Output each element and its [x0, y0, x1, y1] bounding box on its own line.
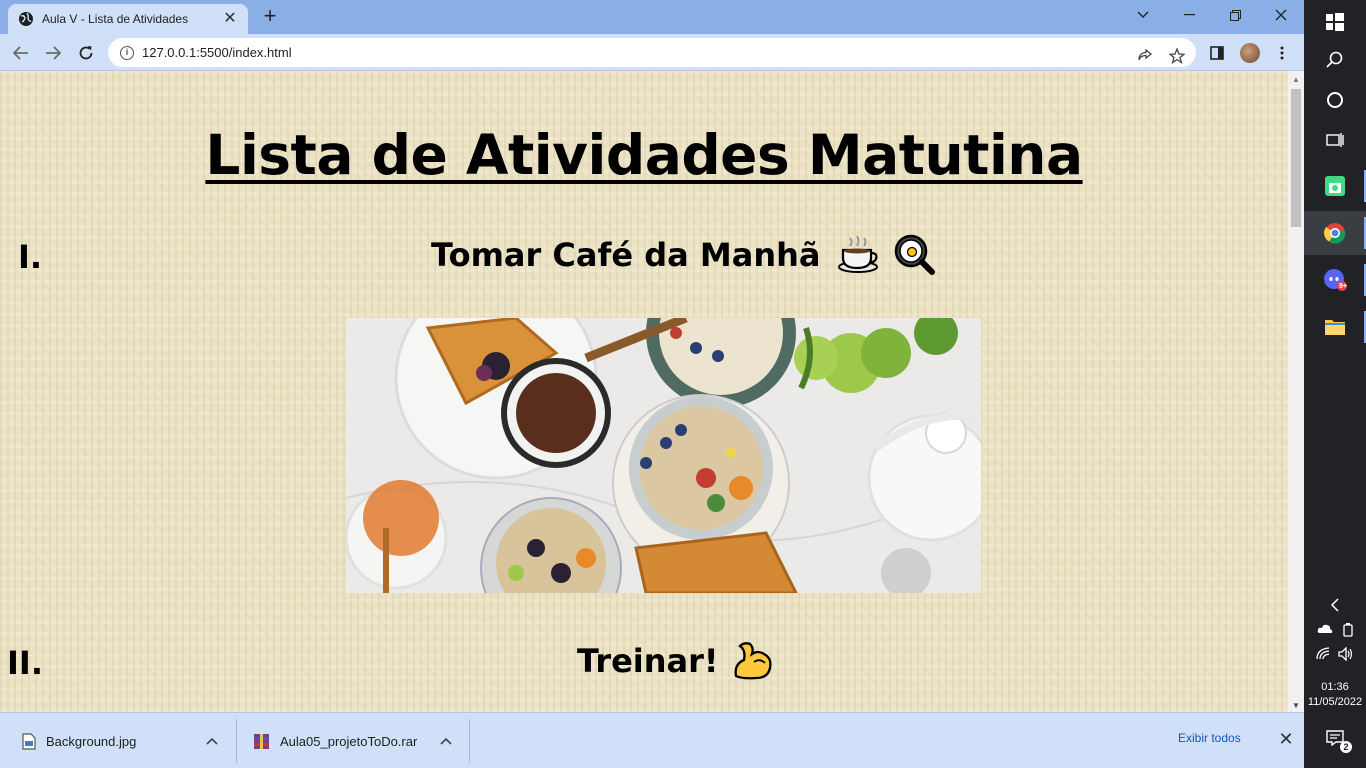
file-explorer-icon[interactable]	[1304, 305, 1366, 349]
forward-arrow-icon[interactable]	[40, 40, 66, 66]
tab-strip: Aula V - Lista de Atividades ✕ +	[0, 0, 1304, 34]
share-icon[interactable]	[1134, 45, 1156, 67]
scrollbar-thumb[interactable]	[1291, 89, 1301, 227]
scroll-down-arrow-icon[interactable]: ▼	[1292, 701, 1300, 710]
system-clock[interactable]: 01:36 11/05/2022	[1304, 680, 1366, 710]
side-panel-icon[interactable]	[1204, 40, 1230, 66]
tab-search-chevron-icon[interactable]	[1120, 0, 1166, 30]
cortana-circle-icon[interactable]	[1304, 78, 1366, 122]
reload-icon[interactable]	[73, 40, 99, 66]
page-title: Lista de Atividades Matutina	[205, 123, 1083, 187]
bookmark-star-icon[interactable]	[1166, 45, 1188, 67]
restore-button[interactable]	[1212, 0, 1258, 30]
download-filename: Background.jpg	[46, 733, 137, 749]
breakfast-image	[346, 318, 981, 593]
discord-badge: 9+	[1339, 283, 1347, 290]
chevron-up-icon[interactable]	[436, 731, 456, 751]
globe-icon	[19, 12, 33, 26]
browser-window: Aula V - Lista de Atividades ✕ + i 127.0…	[0, 0, 1304, 768]
android-app-icon[interactable]	[1304, 164, 1366, 208]
scroll-up-arrow-icon[interactable]: ▲	[1292, 75, 1300, 84]
flexed-biceps-emoji-icon	[734, 642, 772, 680]
active-tab[interactable]: Aula V - Lista de Atividades ✕	[8, 4, 248, 34]
task-view-icon[interactable]	[1304, 118, 1366, 162]
minimize-button[interactable]	[1166, 0, 1212, 30]
chevron-up-icon[interactable]	[202, 731, 222, 751]
download-filename: Aula05_projetoToDo.rar	[280, 733, 418, 749]
breakfast-photo	[346, 318, 981, 593]
item-1-numeral: I.	[18, 238, 43, 276]
back-arrow-icon[interactable]	[8, 40, 34, 66]
show-all-downloads-link[interactable]: Exibir todos	[1178, 731, 1241, 745]
tab-title: Aula V - Lista de Atividades	[42, 12, 189, 26]
tray-row-1	[1304, 623, 1366, 637]
avatar	[1240, 43, 1260, 63]
item-2-title: Treinar!	[577, 642, 719, 680]
discord-icon[interactable]: 9+	[1304, 258, 1366, 302]
clock-time: 01:36	[1321, 681, 1349, 693]
action-center-icon[interactable]	[1304, 730, 1366, 749]
site-info-icon[interactable]: i	[120, 45, 134, 60]
volume-icon[interactable]	[1338, 647, 1354, 661]
rar-archive-icon	[254, 733, 269, 749]
download-separator	[236, 719, 237, 763]
address-bar[interactable]: i 127.0.0.1:5500/index.html	[108, 38, 1196, 67]
page-viewport: Lista de Atividades Matutina I. Tomar Ca…	[0, 71, 1288, 712]
hot-coffee-emoji-icon	[837, 235, 878, 273]
file-image-icon	[22, 732, 36, 750]
item-2-numeral: II.	[7, 644, 43, 682]
wifi-icon[interactable]	[1316, 647, 1331, 660]
tab-close-icon[interactable]: ✕	[222, 11, 238, 27]
item-1-title: Tomar Café da Manhã	[431, 236, 821, 274]
new-tab-button[interactable]: +	[258, 5, 282, 29]
chrome-taskbar-icon[interactable]	[1304, 211, 1366, 255]
item-2-heading: Treinar!	[577, 642, 774, 680]
browser-toolbar: i 127.0.0.1:5500/index.html	[0, 34, 1304, 71]
clock-date: 11/05/2022	[1307, 696, 1363, 708]
show-hidden-icons-chevron-icon[interactable]	[1304, 598, 1366, 615]
onedrive-cloud-icon[interactable]	[1317, 623, 1333, 634]
search-icon[interactable]	[1304, 38, 1366, 82]
vertical-scrollbar[interactable]: ▲ ▼	[1288, 71, 1304, 712]
url-text: 127.0.0.1:5500/index.html	[142, 45, 292, 60]
download-separator	[469, 719, 470, 763]
download-item-background[interactable]: Background.jpg	[22, 719, 136, 763]
item-1-heading: Tomar Café da Manhã	[431, 234, 935, 275]
download-shelf: Background.jpg Aula05_projetoToDo.rar Ex…	[0, 712, 1304, 768]
profile-avatar[interactable]	[1237, 40, 1263, 66]
download-item-rar[interactable]: Aula05_projetoToDo.rar	[253, 719, 417, 763]
close-window-button[interactable]	[1258, 0, 1304, 30]
close-shelf-icon[interactable]: ✕	[1276, 729, 1296, 750]
tray-row-2	[1304, 647, 1366, 661]
windows-taskbar: 9+ 01:36 11/05/2022	[1304, 0, 1366, 768]
battery-device-icon[interactable]	[1342, 623, 1354, 637]
frying-pan-egg-emoji-icon	[894, 234, 935, 275]
notification-count-badge: 2	[1340, 741, 1352, 753]
menu-kebab-icon[interactable]	[1269, 40, 1295, 66]
